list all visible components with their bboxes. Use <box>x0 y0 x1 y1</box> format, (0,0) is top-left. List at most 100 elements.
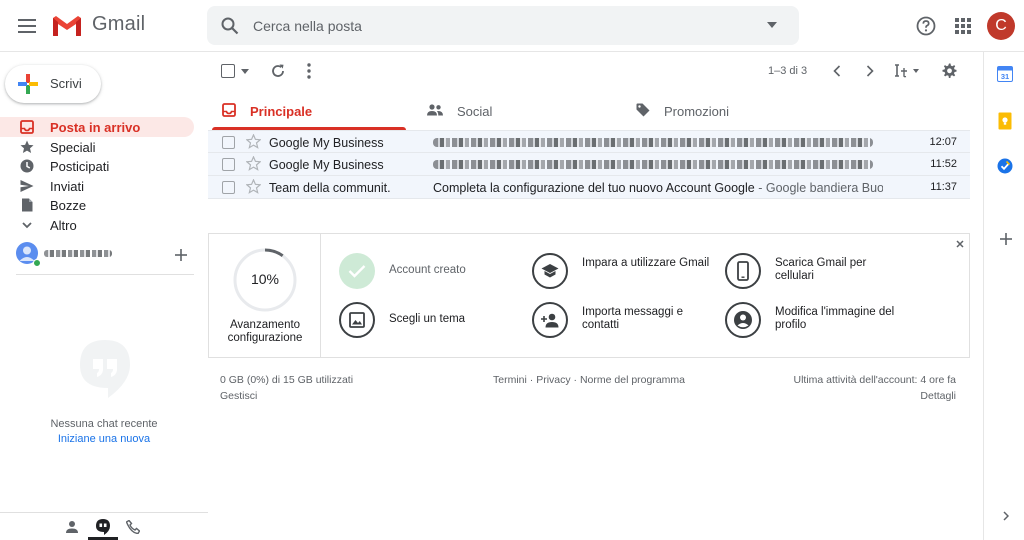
tab-primary[interactable]: Principale <box>212 92 406 129</box>
setup-step-import[interactable]: Importa messaggi e contatti <box>532 300 712 340</box>
email-row[interactable]: Team della communit. Completa la configu… <box>208 176 970 199</box>
email-checkbox[interactable] <box>222 136 235 149</box>
tab-label: Social <box>457 104 493 119</box>
account-circle-icon <box>725 302 761 338</box>
keep-icon[interactable] <box>998 112 1012 130</box>
tab-promotions[interactable]: Promozioni <box>628 92 828 129</box>
close-icon[interactable] <box>956 240 964 248</box>
star-outline-icon[interactable] <box>246 179 261 194</box>
draft-icon <box>20 198 34 212</box>
no-recent-chats-text: Nessuna chat recente <box>50 418 158 430</box>
tab-label: Principale <box>250 104 313 119</box>
email-sender: Google My Business <box>269 136 384 150</box>
search-input[interactable] <box>253 6 753 45</box>
email-checkbox[interactable] <box>222 158 235 171</box>
email-subject-redacted <box>433 158 883 172</box>
image-icon <box>339 302 375 338</box>
step-label: Importa messaggi e contatti <box>582 306 683 331</box>
help-icon[interactable] <box>914 14 938 38</box>
setup-step-profile-picture[interactable]: Modifica l'immagine del profilo <box>725 300 905 340</box>
older-chevron-right-icon[interactable] <box>866 65 874 77</box>
start-new-chat-link[interactable]: Iniziane una nuova <box>0 433 208 445</box>
nav-sent[interactable]: Inviati <box>0 176 194 196</box>
footer-links: Termini · Privacy · Norme del programma <box>493 374 685 386</box>
email-row[interactable]: Google My Business 12:07 <box>208 130 970 153</box>
compose-plus-icon <box>18 74 38 94</box>
svg-text:31: 31 <box>1001 72 1009 81</box>
email-time: 11:37 <box>930 181 957 193</box>
setup-progress-section: 10% Avanzamento configurazione <box>209 234 321 357</box>
setup-step-learn-gmail[interactable]: Impara a utilizzare Gmail <box>532 251 712 291</box>
step-label: Scegli un tema <box>389 313 466 325</box>
email-snippet: - Google bandiera Buon… <box>758 181 883 195</box>
send-icon <box>20 179 34 193</box>
compose-label: Scrivi <box>50 76 82 91</box>
nav-label: Altro <box>50 218 77 233</box>
program-policies-link[interactable]: Norme del programma <box>580 374 685 386</box>
phone-call-icon[interactable] <box>126 520 140 534</box>
nav-label: Posta in arrivo <box>50 120 141 135</box>
app-name[interactable]: Gmail <box>92 13 145 36</box>
top-bar: Gmail C <box>0 0 1024 52</box>
person-add-icon <box>532 302 568 338</box>
search-icon[interactable] <box>221 17 239 35</box>
new-chat-plus-icon[interactable] <box>175 249 187 261</box>
setup-step-download-mobile[interactable]: Scarica Gmail per cellulari <box>725 251 905 291</box>
main-menu-icon[interactable] <box>12 11 42 41</box>
manage-storage-link[interactable]: Gestisci <box>220 390 257 402</box>
nav-starred[interactable]: Speciali <box>0 137 194 157</box>
step-label: Account creato <box>389 264 466 276</box>
nav-label: Bozze <box>50 198 87 213</box>
email-row[interactable]: Google My Business 11:52 <box>208 153 970 176</box>
nav-drafts[interactable]: Bozze <box>0 195 194 215</box>
email-time: 11:52 <box>930 158 957 170</box>
compose-button[interactable]: Scrivi <box>5 65 101 103</box>
step-label: Modifica l'immagine del profilo <box>775 306 895 331</box>
select-options-chevron-icon[interactable] <box>241 69 249 74</box>
star-outline-icon[interactable] <box>246 156 261 171</box>
email-subject-text: Completa la configurazione del tuo nuovo… <box>433 181 755 195</box>
search-bar[interactable] <box>207 6 799 45</box>
setup-step-choose-theme[interactable]: Scegli un tema <box>339 300 519 340</box>
divider <box>16 274 194 275</box>
hangouts-tab[interactable] <box>88 514 118 540</box>
settings-gear-icon[interactable] <box>941 63 957 79</box>
calendar-icon[interactable]: 31 <box>997 66 1013 82</box>
pagination-text: 1–3 di 3 <box>768 65 808 77</box>
search-options-icon[interactable] <box>767 22 777 28</box>
refresh-icon[interactable] <box>270 63 286 79</box>
apps-grid-icon[interactable] <box>951 14 975 38</box>
expand-panel-chevron-icon[interactable] <box>1003 511 1009 521</box>
email-subject: Completa la configurazione del tuo nuovo… <box>433 181 883 195</box>
school-icon <box>532 253 568 289</box>
privacy-link[interactable]: Privacy <box>536 374 570 386</box>
more-options-icon[interactable] <box>307 63 311 79</box>
tab-social[interactable]: Social <box>420 92 620 129</box>
step-label: Impara a utilizzare Gmail <box>582 257 710 269</box>
email-subject-redacted <box>433 136 883 150</box>
setup-step-account-created: Account creato <box>339 251 519 291</box>
tag-icon <box>636 103 650 117</box>
nav-label: Inviati <box>50 179 84 194</box>
gmail-logo-icon[interactable] <box>51 14 83 38</box>
contacts-person-icon[interactable] <box>65 520 79 534</box>
email-checkbox[interactable] <box>222 181 235 194</box>
email-sender: Team della communit. <box>269 181 391 195</box>
sidebar-bottom-bar <box>0 512 208 540</box>
nav-inbox[interactable]: Posta in arrivo <box>0 117 194 137</box>
step-label: Scarica Gmail per cellulari <box>775 257 867 282</box>
side-panel-rail: 31 <box>983 52 1024 540</box>
tasks-icon[interactable] <box>997 158 1013 174</box>
nav-more[interactable]: Altro <box>0 215 194 235</box>
nav-snoozed[interactable]: Posticipati <box>0 156 194 176</box>
setup-progress-panel: 10% Avanzamento configurazione Account c… <box>208 233 970 358</box>
star-outline-icon[interactable] <box>246 134 261 149</box>
input-tools-icon[interactable] <box>894 64 922 78</box>
select-all-checkbox[interactable] <box>221 64 235 78</box>
people-icon <box>427 104 443 116</box>
activity-details-link[interactable]: Dettagli <box>920 390 956 402</box>
account-avatar[interactable]: C <box>987 12 1015 40</box>
terms-link[interactable]: Termini <box>493 374 527 386</box>
get-addons-plus-icon[interactable] <box>1000 233 1012 245</box>
newer-chevron-left-icon[interactable] <box>833 65 841 77</box>
